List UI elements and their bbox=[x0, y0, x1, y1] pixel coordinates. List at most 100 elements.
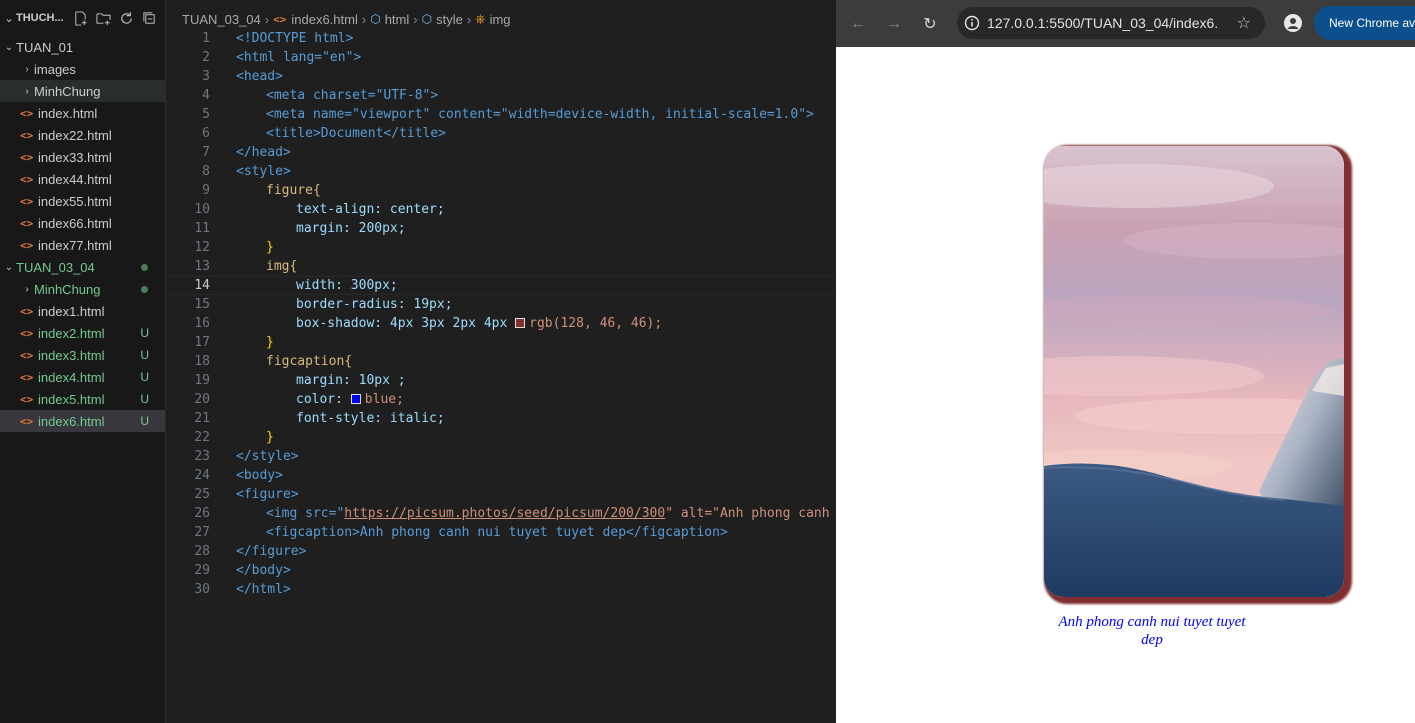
tree-folder-tuan-03-04[interactable]: ⌄ TUAN_03_04 bbox=[0, 256, 165, 278]
explorer-sidebar: ⌄ THUCH... ⌄ TUAN_01 › images › MinhChun… bbox=[0, 0, 166, 723]
bookmark-star-icon[interactable]: ☆ bbox=[1237, 13, 1251, 33]
tree-file-index1[interactable]: <> index1.html bbox=[0, 300, 165, 322]
html-file-icon: <> bbox=[20, 194, 34, 208]
line-number: 16 bbox=[194, 316, 210, 331]
reload-icon[interactable]: ↻ bbox=[915, 9, 945, 39]
new-file-icon[interactable] bbox=[72, 10, 89, 27]
html-file-icon: <> bbox=[20, 392, 34, 406]
tree-folder-minhchung[interactable]: › MinhChung bbox=[0, 80, 165, 102]
tree-file-index55[interactable]: <> index55.html bbox=[0, 190, 165, 212]
breadcrumb-img[interactable]: img bbox=[490, 12, 511, 27]
tree-label: index.html bbox=[38, 105, 98, 121]
new-folder-icon[interactable] bbox=[95, 10, 112, 27]
chevron-right-icon: › bbox=[413, 11, 418, 27]
tree-file-index33[interactable]: <> index33.html bbox=[0, 146, 165, 168]
tree-file-index44[interactable]: <> index44.html bbox=[0, 168, 165, 190]
color-swatch-icon[interactable] bbox=[350, 394, 361, 404]
code-text: <head> bbox=[236, 69, 283, 84]
code-token: rgb(128, 46, 46); bbox=[529, 316, 663, 331]
code-link[interactable]: https://picsum.photos/seed/picsum/200/30… bbox=[344, 506, 665, 521]
code-text: margin: 10px ; bbox=[296, 373, 406, 388]
tree-folder-tuan-01[interactable]: ⌄ TUAN_01 bbox=[0, 36, 165, 58]
back-arrow-icon[interactable]: ← bbox=[843, 9, 873, 39]
tree-label: index1.html bbox=[38, 303, 105, 319]
tree-folder-minhchung-2[interactable]: › MinhChung bbox=[0, 278, 165, 300]
tree-file-index66[interactable]: <> index66.html bbox=[0, 212, 165, 234]
tree-label: index6.html bbox=[38, 413, 105, 429]
html-file-icon: <> bbox=[20, 304, 34, 318]
line-number: 15 bbox=[194, 297, 210, 312]
tree-file-index5[interactable]: <> index5.html U bbox=[0, 388, 165, 410]
tree-label: MinhChung bbox=[34, 83, 101, 99]
line-number: 19 bbox=[194, 373, 210, 388]
browser-toolbar: ← → ↻ 127.0.0.1:5500/TUAN_03_04/index6..… bbox=[836, 0, 1415, 47]
chevron-down-icon[interactable]: ⌄ bbox=[2, 12, 16, 25]
code-line: 30 </html> bbox=[166, 580, 836, 599]
tree-file-index77[interactable]: <> index77.html bbox=[0, 234, 165, 256]
explorer-title: THUCH... bbox=[16, 12, 64, 24]
url-text[interactable]: 127.0.0.1:5500/TUAN_03_04/index6... bbox=[987, 15, 1219, 31]
refresh-icon[interactable] bbox=[118, 10, 135, 27]
tree-label: TUAN_03_04 bbox=[16, 259, 95, 275]
address-bar[interactable]: 127.0.0.1:5500/TUAN_03_04/index6... ☆ bbox=[957, 7, 1265, 39]
color-swatch-icon[interactable] bbox=[515, 318, 526, 328]
tree-file-index2[interactable]: <> index2.html U bbox=[0, 322, 165, 344]
code-text: <html lang="en"> bbox=[236, 50, 362, 65]
explorer-header: ⌄ THUCH... bbox=[0, 0, 165, 36]
code-token: color: bbox=[296, 392, 351, 407]
code-text: <title>Document</title> bbox=[266, 126, 447, 141]
breadcrumb-folder[interactable]: TUAN_03_04 bbox=[182, 12, 261, 27]
tree-file-index6[interactable]: <> index6.html U bbox=[0, 410, 165, 432]
tree-label: images bbox=[34, 61, 76, 77]
tree-label: MinhChung bbox=[34, 281, 101, 297]
tree-folder-images[interactable]: › images bbox=[0, 58, 165, 80]
tree-file-index22[interactable]: <> index22.html bbox=[0, 124, 165, 146]
line-number: 12 bbox=[194, 240, 210, 255]
html-file-icon: <> bbox=[20, 216, 34, 230]
code-line: 13 img{ bbox=[166, 257, 836, 276]
code-token: blue; bbox=[364, 392, 404, 407]
code-text: </head> bbox=[236, 145, 291, 160]
code-area[interactable]: 1 <!DOCTYPE html> 2 <html lang="en"> 3 <hea… bbox=[166, 29, 836, 599]
code-line: 4 <meta charset="UTF-8"> bbox=[166, 86, 836, 105]
line-number: 11 bbox=[194, 221, 210, 236]
tree-label: index66.html bbox=[38, 215, 112, 231]
line-number: 23 bbox=[194, 449, 210, 464]
code-editor[interactable]: TUAN_03_04 › <> index6.html › ⬡ html › ⬡… bbox=[166, 0, 836, 723]
new-chrome-available-button[interactable]: New Chrome ava bbox=[1314, 6, 1415, 40]
site-info-icon[interactable] bbox=[957, 15, 987, 31]
tree-label: index3.html bbox=[38, 347, 105, 363]
chevron-right-icon: › bbox=[264, 11, 270, 27]
line-number: 8 bbox=[202, 164, 210, 179]
breadcrumb-style[interactable]: style bbox=[436, 12, 463, 27]
code-text: </style> bbox=[236, 449, 299, 464]
code-line: 19 margin: 10px ; bbox=[166, 371, 836, 390]
breadcrumb-html[interactable]: html bbox=[385, 12, 410, 27]
tree-file-index4[interactable]: <> index4.html U bbox=[0, 366, 165, 388]
symbol-selector-icon: ⎈ bbox=[475, 11, 486, 26]
browser-window: ← → ↻ 127.0.0.1:5500/TUAN_03_04/index6..… bbox=[836, 0, 1415, 723]
line-number: 25 bbox=[194, 487, 210, 502]
code-line: 27 <figcaption>Anh phong canh nui tuyet t… bbox=[166, 523, 836, 542]
html-file-icon: <> bbox=[20, 238, 34, 252]
breadcrumb-file[interactable]: index6.html bbox=[291, 12, 357, 27]
tree-file-index3[interactable]: <> index3.html U bbox=[0, 344, 165, 366]
code-text: <meta charset="UTF-8"> bbox=[266, 88, 439, 103]
profile-avatar-icon[interactable] bbox=[1282, 12, 1304, 34]
collapse-all-icon[interactable] bbox=[141, 10, 158, 27]
tree-file-index[interactable]: <> index.html bbox=[0, 102, 165, 124]
line-number: 10 bbox=[194, 202, 210, 217]
line-number: 13 bbox=[194, 259, 210, 274]
tree-label: TUAN_01 bbox=[16, 39, 74, 55]
code-line: 3 <head> bbox=[166, 67, 836, 86]
tree-label: index33.html bbox=[38, 149, 112, 165]
html-file-icon: <> bbox=[20, 128, 34, 142]
untracked-badge: U bbox=[140, 414, 149, 428]
line-number: 24 bbox=[194, 468, 210, 483]
html-file-icon: <> bbox=[273, 12, 287, 26]
code-line: 21 font-style: italic; bbox=[166, 409, 836, 428]
untracked-badge: U bbox=[140, 326, 149, 340]
code-text: } bbox=[266, 335, 274, 350]
forward-arrow-icon[interactable]: → bbox=[879, 9, 909, 39]
chevron-right-icon: › bbox=[361, 11, 367, 27]
